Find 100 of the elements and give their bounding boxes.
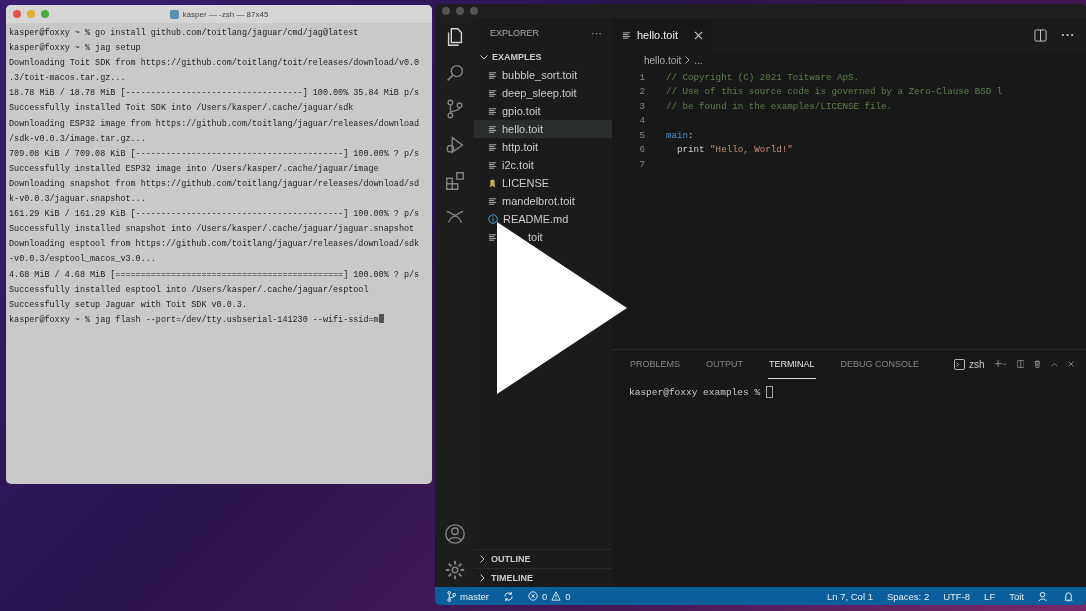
- terminal-line: .3/toit-macos.tar.gz...: [9, 72, 127, 86]
- sync-icon[interactable]: [503, 590, 515, 602]
- terminal-line: Successfully installed ESP32 image into /Users/kasper/.cache/jaguar/image: [9, 162, 380, 176]
- panel-tab[interactable]: DEBUG CONSOLE: [839, 349, 921, 379]
- terminal-line: Downloading esptool from https://github.com/toitlang/jaguar/releases/download/sdk: [9, 238, 421, 252]
- terminal-line: 18.78 MiB / 18.78 MiB [-----------------------------------] 100.00% 35.84 MiB p/s: [9, 87, 421, 101]
- text-lines-icon: [488, 124, 497, 134]
- status-item[interactable]: LF: [984, 590, 996, 602]
- warning-icon: [551, 591, 562, 601]
- breadcrumb-item[interactable]: ...: [694, 54, 703, 66]
- more-icon[interactable]: [1061, 33, 1074, 37]
- terminal-line: 709.08 KiB / 709.08 KiB [-----------------------------------------] 100.00% ? p/s: [9, 147, 421, 161]
- terminal-line: -v0.0.3/esptool_macos_v3.0...: [9, 253, 157, 267]
- terminal-line: Successfully installed snapshot into /Users/kasper/.cache/jaguar/jaguar.snapshot: [9, 223, 416, 237]
- terminal-line: Successfully installed esptool into /Users/kasper/.cache/jaguar/esptool: [9, 283, 370, 297]
- text-lines-icon: [488, 88, 497, 98]
- plus-icon[interactable]: [994, 358, 1007, 370]
- terminal-line: Downloading snapshot from https://github.com/toitlang/jaguar/releases/download/sd: [9, 177, 421, 191]
- text-lines-icon: [622, 30, 631, 40]
- file-item[interactable]: http.toit: [474, 138, 612, 156]
- line-number: 7: [638, 158, 646, 170]
- play-icon[interactable]: [497, 222, 627, 394]
- account-icon[interactable]: [443, 523, 466, 545]
- file-item[interactable]: README.md: [474, 210, 612, 228]
- terminal-prompt: kasper@foxxy examples %: [612, 378, 1086, 398]
- file-item[interactable]: deep_sleep.toit: [474, 84, 612, 102]
- line-number: 1: [638, 71, 646, 83]
- close-icon[interactable]: [694, 30, 703, 40]
- file-item[interactable]: toit: [474, 228, 612, 246]
- line-number: 5: [638, 129, 646, 141]
- code-line: print "Hello, World!": [676, 144, 793, 156]
- text-lines-icon: [488, 196, 497, 206]
- error-icon: [528, 591, 539, 601]
- problems-indicator[interactable]: 0 0: [528, 590, 571, 602]
- terminal-line: /sdk-v0.0.3/image.tar.gz...: [9, 132, 147, 146]
- extensions-icon[interactable]: [443, 170, 466, 192]
- status-item[interactable]: Ln 7, Col 1: [827, 590, 873, 602]
- file-item[interactable]: gpio.toit: [474, 102, 612, 120]
- file-item[interactable]: i2c.toit: [474, 156, 612, 174]
- terminal-line: 161.29 KiB / 161.29 KiB [-----------------------------------------] 100.00% ? p/s: [9, 208, 421, 222]
- trash-icon[interactable]: [1034, 358, 1042, 370]
- text-lines-icon: [488, 142, 497, 152]
- branch-indicator[interactable]: master: [447, 590, 490, 602]
- error-count: 0: [542, 590, 548, 602]
- sidebar-title: EXPLORER: [490, 28, 540, 38]
- terminal-icon: [954, 358, 966, 370]
- text-lines-icon: [488, 232, 497, 242]
- shell-selector[interactable]: zsh: [954, 358, 985, 370]
- split-editor-icon[interactable]: [1034, 28, 1047, 42]
- terminal-line: kasper@foxxy ~ % jag flash --port=/dev/tty.usbserial-141230 --wifi-ssid=m: [9, 312, 428, 328]
- file-item[interactable]: mandelbrot.toit: [474, 192, 612, 210]
- folder-header[interactable]: EXAMPLES: [474, 48, 612, 66]
- code-line: main:: [666, 129, 694, 141]
- file-item[interactable]: hello.toit: [474, 120, 612, 138]
- terminal-line: Successfully setup Jaguar with Toit SDK v0.0.3.: [9, 298, 248, 312]
- more-actions-button[interactable]: ···: [591, 27, 602, 39]
- panel-tab[interactable]: PROBLEMS: [629, 349, 681, 379]
- status-item[interactable]: UTF-8: [943, 590, 971, 602]
- window-title: kasper — -zsh — 87x45: [182, 9, 269, 19]
- terminal-line: kasper@foxxy ~ % go install github.com/toitlang/jaguar/cmd/jag@latest: [9, 27, 360, 40]
- chevron-right-icon: [480, 555, 485, 563]
- panel-tab[interactable]: TERMINAL: [768, 349, 816, 379]
- code-line: // Use of this source code is governed by a Zero-Clause BSD l: [666, 86, 1003, 98]
- folder-icon: [169, 9, 179, 19]
- code-line: // Copyright (C) 2021 Toitware ApS.: [666, 71, 859, 83]
- person-icon[interactable]: [1038, 590, 1049, 602]
- terminal-line: k-v0.0.3/jaguar.snapshot...: [9, 193, 147, 207]
- code-line: // be found in the examples/LICENSE file.: [666, 100, 893, 112]
- info-icon: [488, 214, 498, 224]
- terminal-line: 4.68 MiB / 4.68 MiB [=============================================] 100.00% ? p/s: [9, 268, 421, 282]
- terminal-line: Successfully installed Toit SDK into /Users/kasper/.cache/jaguar/sdk: [9, 102, 355, 116]
- section-header[interactable]: OUTLINE: [474, 549, 612, 568]
- text-lines-icon: [488, 160, 497, 170]
- ribbon-icon: [488, 178, 497, 188]
- bell-icon[interactable]: [1063, 590, 1074, 602]
- file-item[interactable]: LICENSE: [474, 174, 612, 192]
- text-lines-icon: [488, 70, 497, 80]
- chevron-down-icon: [480, 54, 488, 60]
- line-number: 3: [638, 100, 646, 112]
- panel-tab[interactable]: OUTPUT: [705, 349, 744, 379]
- file-item[interactable]: bubble_sort.toit: [474, 66, 612, 84]
- breadcrumb-item[interactable]: hello.toit: [644, 54, 682, 66]
- chevron-up-icon[interactable]: [1051, 360, 1058, 368]
- chevron-right-icon: [480, 574, 485, 582]
- chevron-right-icon: [685, 56, 691, 64]
- close-icon[interactable]: [1067, 359, 1074, 369]
- terminal-line: Downloading ESP32 image from https://github.com/toitlang/jaguar/releases/download: [9, 117, 421, 131]
- split-panel-icon[interactable]: [1016, 358, 1025, 370]
- line-number: 6: [638, 144, 646, 156]
- close-button[interactable]: [13, 10, 21, 18]
- branch-icon: [447, 590, 456, 602]
- status-item[interactable]: Toit: [1009, 590, 1024, 602]
- line-number: 4: [638, 115, 646, 127]
- terminal-line: kasper@foxxy ~ % jag setup: [9, 42, 142, 56]
- status-item[interactable]: Spaces: 2: [886, 590, 930, 602]
- terminal-line: Downloading Toit SDK from https://github.com/toitlang/toit/releases/download/v0.0: [9, 57, 421, 71]
- settings-icon[interactable]: [443, 559, 466, 581]
- line-number: 2: [638, 86, 646, 98]
- text-lines-icon: [488, 106, 497, 116]
- warning-count: 0: [565, 590, 571, 602]
